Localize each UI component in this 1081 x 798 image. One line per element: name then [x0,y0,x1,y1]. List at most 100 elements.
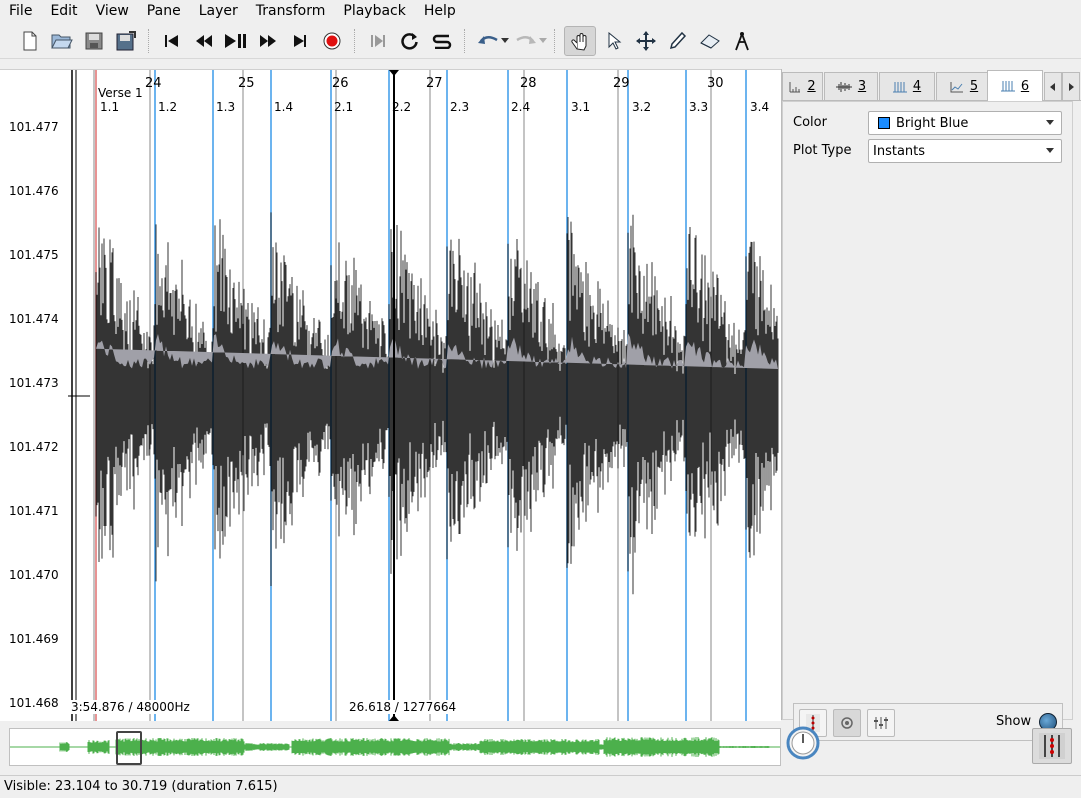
layer-stack-icon [1039,733,1065,759]
save-button[interactable] [80,27,108,55]
save-as-button[interactable] [112,27,140,55]
layer-tabs: 2 3 4 5 6 [782,69,1081,101]
record-button[interactable] [318,27,346,55]
time-instants-icon [1000,81,1015,92]
redo-dropdown[interactable] [538,27,548,55]
bar-label: 25 [238,76,255,91]
playhead-readout: 26.618 / 1277664 [348,700,458,714]
undo-icon [478,36,498,44]
new-file-icon [23,31,37,51]
draw-tool-icon [669,31,687,50]
beat-label: 3.4 [750,100,770,114]
new-file-button[interactable] [16,27,44,55]
scale-label: 101.475 [9,248,59,262]
play-parameters-button[interactable] [867,709,895,737]
layer-controls: Show [793,703,1063,741]
tab-scroll-right-button[interactable] [1062,72,1080,101]
tab-layer-6[interactable]: 6 [987,70,1043,101]
overview-pane[interactable] [9,728,781,766]
scale-label: 101.472 [9,440,59,454]
tab-layer-2[interactable]: 2 [782,72,823,100]
waveform-icon [835,81,852,92]
undo-button[interactable] [474,27,502,55]
constrain-playback-button[interactable] [364,27,392,55]
toolbar-separator [554,29,556,53]
move-tool-icon [636,31,656,51]
zoom-dial[interactable] [786,726,820,760]
bar-label: 28 [520,76,537,91]
playhead-marker-bottom [389,715,399,721]
plot-type-select[interactable]: Instants [868,139,1062,163]
move-tool-button[interactable] [632,27,660,55]
menu-help[interactable]: Help [415,0,465,22]
scale-label: 101.474 [9,312,59,326]
scale-label: 101.477 [9,120,59,134]
show-label: Show [996,714,1032,729]
toolbar-separator [354,29,356,53]
menu-edit[interactable]: Edit [41,0,86,22]
solo-icon [432,34,452,49]
chevron-down-icon [1046,120,1054,125]
bar-label: 27 [426,76,443,91]
color-label: Color [793,115,827,130]
measure-tool-button[interactable] [728,27,756,55]
beat-label: 3.1 [571,100,591,114]
skip-end-button[interactable] [286,27,314,55]
menu-pane[interactable]: Pane [138,0,190,22]
save-icon [85,32,103,50]
chevron-right-icon [1069,82,1074,91]
open-button[interactable] [48,27,76,55]
tab-layer-4[interactable]: 4 [879,72,935,100]
skip-end-icon [294,35,306,47]
scale-label: 101.468 [9,696,59,710]
layer-stack-button[interactable] [1032,728,1072,764]
sliders-icon [874,717,888,729]
erase-tool-button[interactable] [696,27,724,55]
draw-tool-button[interactable] [664,27,692,55]
record-icon [323,32,341,50]
constrain-playback-icon [371,35,385,47]
redo-button[interactable] [512,27,540,55]
redo-icon [516,36,536,44]
chevron-down-icon [1046,148,1054,153]
play-pause-icon [225,34,246,48]
measure-tool-icon [735,32,749,51]
fast-forward-button[interactable] [254,27,282,55]
layer-property-panel: 2 3 4 5 6 Color Bright Blue Plot Type In… [781,69,1081,741]
waveform-layer[interactable] [0,70,781,721]
plot-type-label: Plot Type [793,143,852,158]
status-bar: Visible: 23.104 to 30.719 (duration 7.61… [0,775,1081,798]
tab-layer-5[interactable]: 5 [936,72,992,100]
play-pause-button[interactable] [222,27,250,55]
solo-button[interactable] [428,27,456,55]
loop-icon [401,33,418,50]
save-as-icon [116,31,136,51]
chevron-down-icon [539,38,547,43]
navigate-tool-button[interactable] [564,26,596,56]
undo-dropdown[interactable] [500,27,510,55]
beat-label: 3.2 [632,100,652,114]
menu-file[interactable]: File [0,0,41,22]
beat-label: 2.4 [511,100,531,114]
scale-label: 101.469 [9,632,59,646]
visible-range-text: Visible: 23.104 to 30.719 (duration 7.61… [4,779,278,794]
overview-viewport[interactable] [116,731,142,765]
time-instants-icon [892,81,907,92]
menu-view[interactable]: View [87,0,138,22]
main-pane[interactable]: 101.477 101.476 101.475 101.474 101.473 … [0,69,781,721]
menu-transform[interactable]: Transform [247,0,335,22]
loop-button[interactable] [396,27,424,55]
play-toggle-button[interactable] [833,709,861,737]
select-tool-button[interactable] [600,27,628,55]
rewind-start-button[interactable] [158,27,186,55]
tab-layer-3[interactable]: 3 [824,72,878,100]
beat-label: 2.2 [392,100,412,114]
beat-label: 1.2 [158,100,178,114]
menu-layer[interactable]: Layer [190,0,247,22]
color-select[interactable]: Bright Blue [868,111,1062,135]
menu-playback[interactable]: Playback [334,0,414,22]
tab-scroll-left-button[interactable] [1044,72,1062,101]
menu-bar: File Edit View Pane Layer Transform Play… [0,0,1081,22]
bar-label: 29 [613,76,630,91]
rewind-button[interactable] [190,27,218,55]
